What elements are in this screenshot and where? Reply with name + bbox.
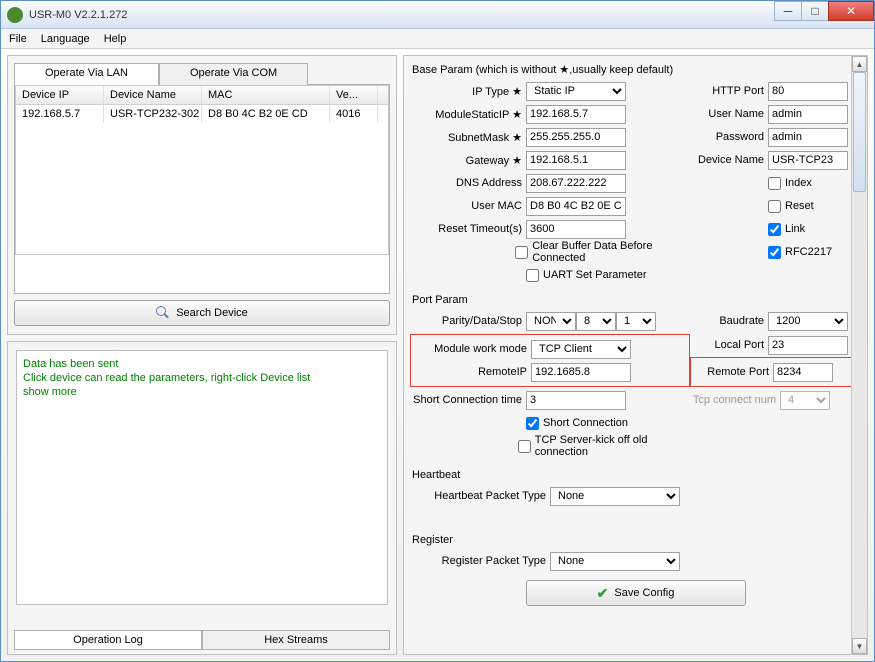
- scroll-up-button[interactable]: ▲: [852, 56, 867, 72]
- clear-buffer-checkbox[interactable]: Clear Buffer Data Before Connected: [515, 240, 690, 264]
- maximize-button[interactable]: □: [801, 1, 829, 21]
- tcp-connect-num-select: 4: [780, 391, 830, 410]
- remote-ip-input[interactable]: [531, 363, 631, 382]
- uart-set-checkbox[interactable]: UART Set Parameter: [526, 269, 647, 282]
- static-ip-input[interactable]: [526, 105, 626, 124]
- col-ver[interactable]: Ve...: [330, 86, 378, 104]
- short-connection-checkbox[interactable]: Short Connection: [526, 417, 628, 430]
- dns-input[interactable]: [526, 174, 626, 193]
- window-title: USR-M0 V2.2.1.272: [29, 9, 127, 21]
- menubar: File Language Help: [1, 29, 874, 49]
- tab-operation-log[interactable]: Operation Log: [14, 630, 202, 650]
- vertical-scrollbar[interactable]: ▲ ▼: [851, 56, 867, 654]
- app-icon: [7, 7, 23, 23]
- tab-lan[interactable]: Operate Via LAN: [14, 63, 159, 85]
- index-checkbox[interactable]: Index: [768, 177, 812, 190]
- remote-port-box: Remote Port: [690, 357, 861, 387]
- register-type-select[interactable]: None: [550, 552, 680, 571]
- heartbeat-title: Heartbeat: [410, 466, 861, 484]
- col-device-name[interactable]: Device Name: [104, 86, 202, 104]
- device-name-input[interactable]: [768, 151, 848, 170]
- subnet-mask-input[interactable]: [526, 128, 626, 147]
- reset-checkbox[interactable]: Reset: [768, 200, 814, 213]
- operation-log: Data has been sent Click device can read…: [16, 350, 388, 605]
- col-mac[interactable]: MAC: [202, 86, 330, 104]
- baudrate-select[interactable]: 1200: [768, 312, 848, 331]
- port-param-title: Port Param: [410, 291, 861, 309]
- table-row[interactable]: 192.168.5.7 USR-TCP232-302 D8 B0 4C B2 0…: [16, 105, 388, 123]
- device-table[interactable]: Device IP Device Name MAC Ve... 192.168.…: [15, 85, 389, 255]
- parity-select[interactable]: NONE: [526, 312, 576, 331]
- short-conn-time-input[interactable]: [526, 391, 626, 410]
- data-bits-select[interactable]: 8: [576, 312, 616, 331]
- save-config-button[interactable]: ✔ Save Config: [526, 580, 746, 606]
- stop-bits-select[interactable]: 1: [616, 312, 656, 331]
- register-title: Register: [410, 531, 861, 549]
- menu-file[interactable]: File: [9, 33, 27, 45]
- local-port-input[interactable]: [768, 336, 848, 355]
- titlebar: USR-M0 V2.2.1.272 ─ □ ✕: [1, 1, 874, 29]
- remote-port-input[interactable]: [773, 363, 833, 382]
- gateway-input[interactable]: [526, 151, 626, 170]
- heartbeat-type-select[interactable]: None: [550, 487, 680, 506]
- main-window: USR-M0 V2.2.1.272 ─ □ ✕ File Language He…: [0, 0, 875, 662]
- tab-com[interactable]: Operate Via COM: [159, 63, 308, 85]
- user-mac-input[interactable]: [526, 197, 626, 216]
- link-checkbox[interactable]: Link: [768, 223, 805, 236]
- password-input[interactable]: [768, 128, 848, 147]
- base-param-title: Base Param (which is without ★,usually k…: [410, 60, 861, 79]
- kick-old-checkbox[interactable]: TCP Server-kick off old connection: [518, 434, 690, 458]
- tab-hex-streams[interactable]: Hex Streams: [202, 630, 390, 650]
- search-device-button[interactable]: Search Device: [14, 300, 390, 326]
- reset-timeout-input[interactable]: [526, 220, 626, 239]
- rfc2217-checkbox[interactable]: RFC2217: [768, 246, 832, 259]
- username-input[interactable]: [768, 105, 848, 124]
- check-icon: ✔: [597, 585, 609, 602]
- menu-language[interactable]: Language: [41, 33, 90, 45]
- scroll-down-button[interactable]: ▼: [852, 638, 867, 654]
- col-device-ip[interactable]: Device IP: [16, 86, 104, 104]
- close-button[interactable]: ✕: [828, 1, 874, 21]
- ip-type-select[interactable]: Static IP: [526, 82, 626, 101]
- menu-help[interactable]: Help: [104, 33, 127, 45]
- http-port-input[interactable]: [768, 82, 848, 101]
- work-mode-box: Module work modeTCP Client RemoteIP: [410, 334, 690, 387]
- minimize-button[interactable]: ─: [774, 1, 802, 21]
- scroll-thumb[interactable]: [853, 72, 866, 192]
- search-icon: [156, 306, 170, 320]
- work-mode-select[interactable]: TCP Client: [531, 340, 631, 359]
